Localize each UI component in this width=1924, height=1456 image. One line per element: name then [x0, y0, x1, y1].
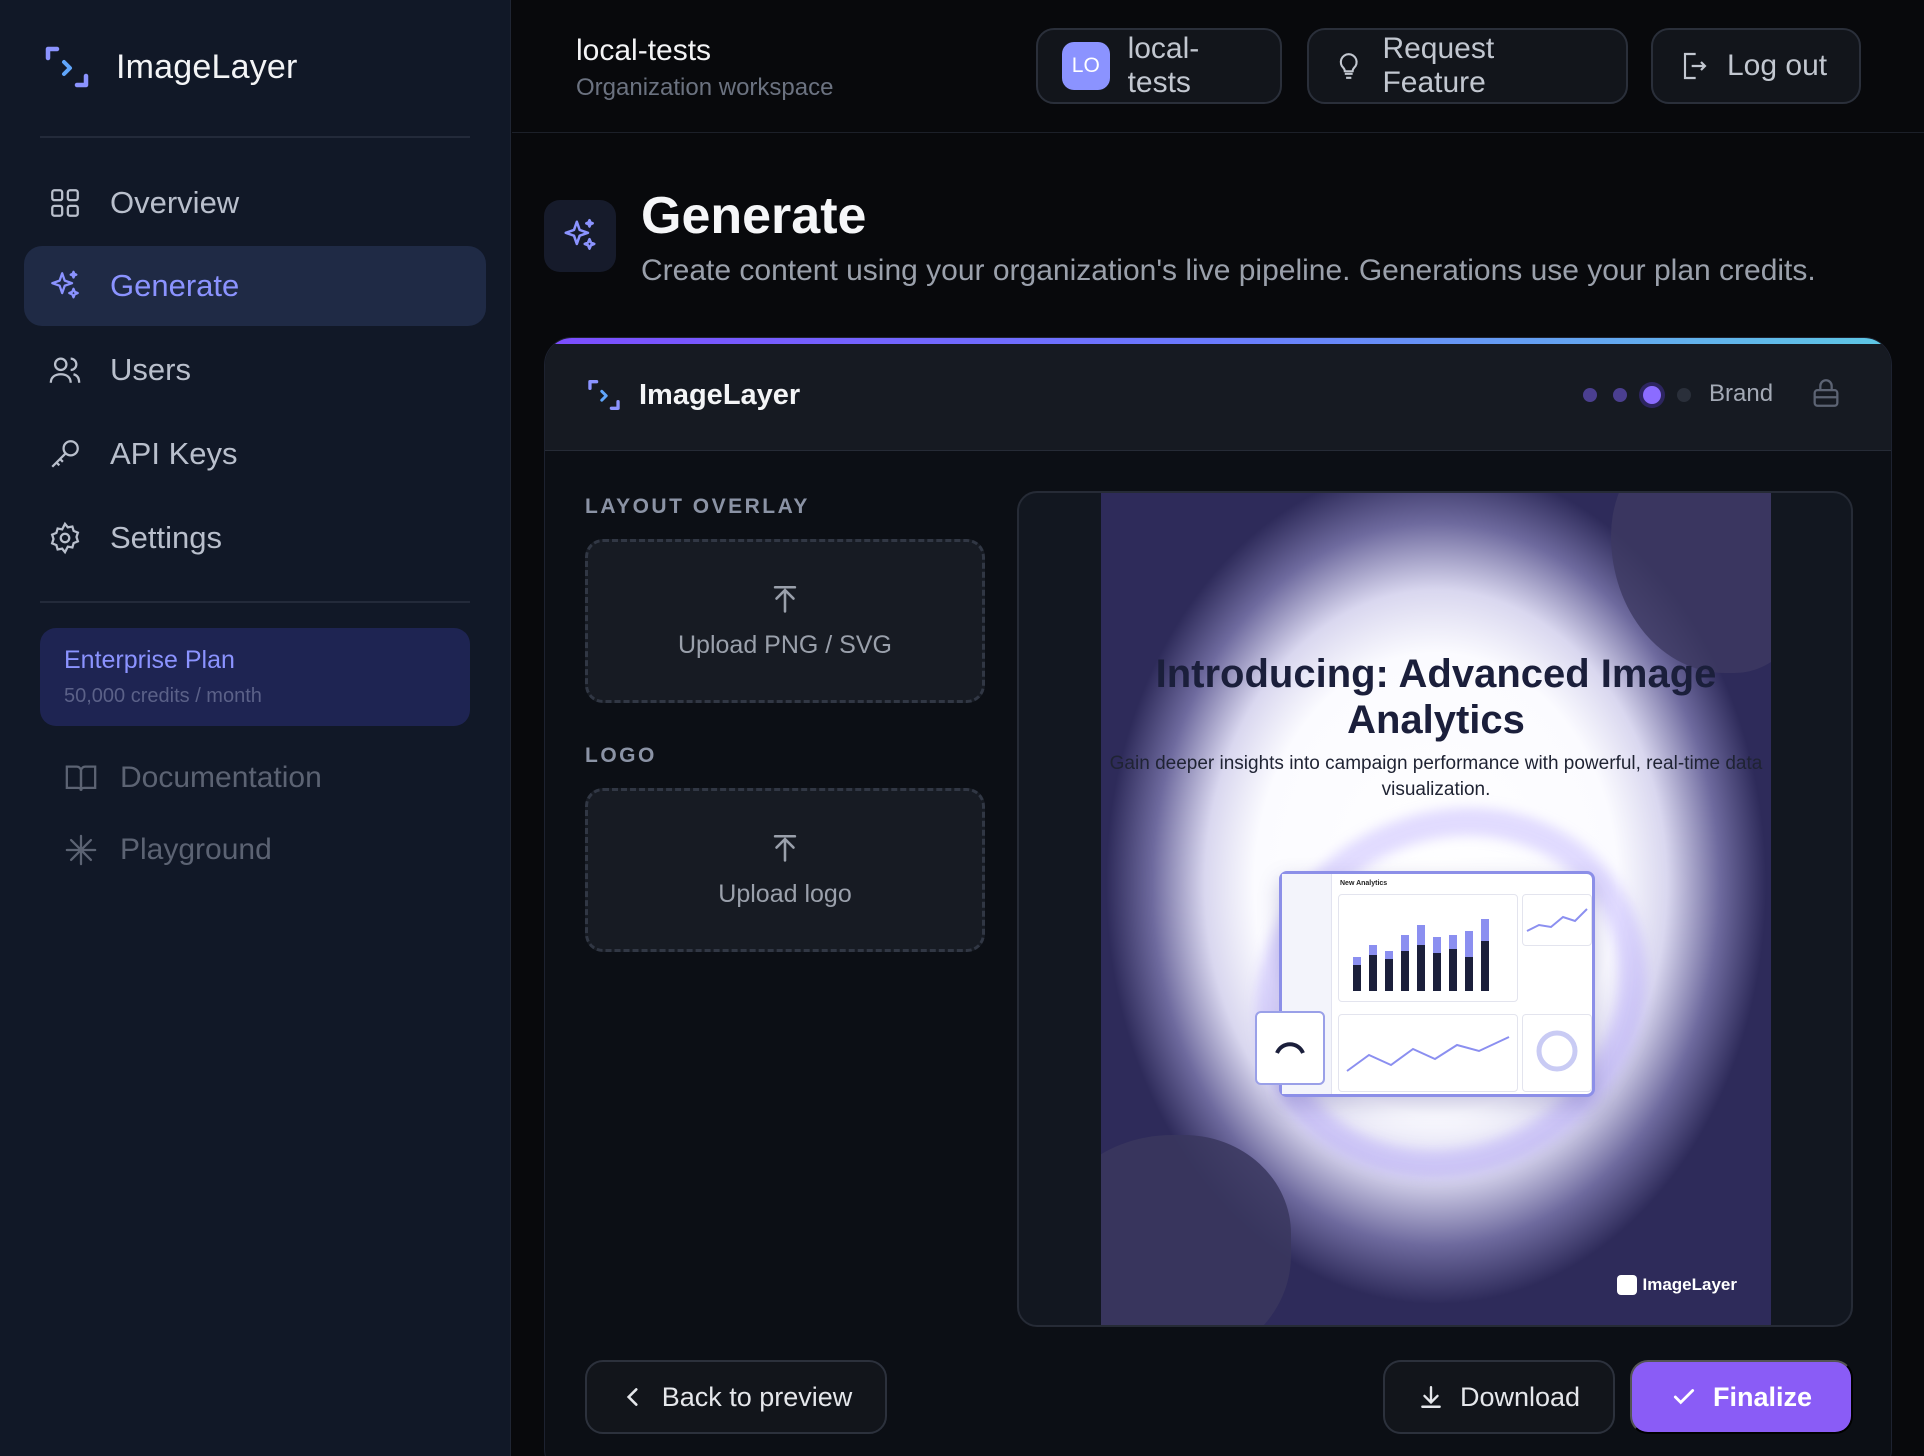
workspace-name: local-tests — [576, 34, 712, 67]
logout-icon — [1683, 52, 1707, 80]
upload-label: Upload PNG / SVG — [678, 630, 892, 659]
mockup-gauge — [1536, 1030, 1578, 1072]
sidebar-item-generate[interactable]: Generate — [24, 246, 486, 326]
page-icon — [544, 200, 616, 272]
sidebar-item-documentation[interactable]: Documentation — [64, 761, 322, 795]
poster-logo: ImageLayer — [1616, 1275, 1738, 1295]
mockup-chart-panel — [1338, 894, 1518, 1002]
step-dot-1 — [1583, 388, 1597, 402]
mockup-reach-gauge — [1275, 1042, 1305, 1054]
mockup-reach-card — [1255, 1011, 1325, 1085]
download-button[interactable]: Download — [1383, 1360, 1615, 1434]
back-to-preview-label: Back to preview — [661, 1381, 853, 1412]
mockup-line-chart — [1526, 908, 1588, 932]
page-title: Generate — [641, 187, 867, 245]
topbar: local-tests Organization workspace LO lo… — [512, 0, 1924, 133]
lock-icon[interactable] — [1809, 376, 1843, 410]
upload-label: Upload logo — [718, 879, 852, 908]
sidebar-item-settings[interactable]: Settings — [24, 498, 486, 578]
mockup-growth-panel — [1522, 894, 1592, 946]
download-icon — [1421, 1386, 1441, 1408]
step-label: Brand — [1709, 380, 1774, 407]
plan-card[interactable]: Enterprise Plan 50,000 credits / month — [40, 628, 470, 726]
generated-image: Introducing: Advanced Image Analytics Ga… — [1101, 493, 1771, 1325]
generate-card: ImageLayer Brand LAYOUT OVERLAY Upload P… — [544, 337, 1892, 1456]
image-icon — [1616, 1275, 1637, 1295]
sidebar-item-label: Settings — [110, 520, 223, 555]
step-indicator — [1583, 386, 1691, 404]
sidebar-item-label: Users — [110, 352, 191, 387]
plan-credits: 50,000 credits / month — [64, 685, 262, 707]
sidebar-item-overview[interactable]: Overview — [24, 163, 486, 243]
sidebar: ImageLayer Overview Generate Users API K… — [0, 0, 511, 1456]
avatar: LO — [1062, 42, 1110, 90]
key-icon — [51, 440, 79, 468]
card-brand-name: ImageLayer — [639, 378, 801, 411]
step-dot-4 — [1677, 388, 1691, 402]
sidebar-divider — [40, 601, 470, 603]
mockup-title: New Analytics — [1340, 880, 1388, 887]
asterisk-icon — [65, 834, 97, 866]
sidebar-item-label: Generate — [110, 268, 240, 303]
poster-subheadline: Gain deeper insights into campaign perfo… — [1109, 753, 1763, 800]
brand[interactable]: ImageLayer — [44, 44, 298, 90]
dashboard-mockup: New Analytics — [1279, 871, 1595, 1097]
request-feature-button[interactable]: Request Feature — [1307, 28, 1628, 104]
back-to-preview-button[interactable]: Back to preview — [585, 1360, 887, 1434]
logout-button[interactable]: Log out — [1651, 28, 1861, 104]
workspace-subtitle: Organization workspace — [576, 74, 834, 101]
page-description: Create content using your organization's… — [641, 254, 1816, 287]
mockup-trend-chart — [1346, 1036, 1510, 1072]
book-icon — [65, 765, 97, 791]
upload-icon — [773, 585, 797, 613]
poster-headline: Introducing: Advanced Image Analytics — [1155, 652, 1717, 742]
brand-name: ImageLayer — [116, 47, 298, 86]
org-name: local-tests — [1127, 32, 1200, 99]
chevron-left-icon — [626, 1388, 638, 1406]
org-switcher[interactable]: LO local-tests — [1036, 28, 1282, 104]
image-preview: Introducing: Advanced Image Analytics Ga… — [1017, 491, 1853, 1327]
mockup-gauge-panel — [1522, 1014, 1592, 1092]
logout-label: Log out — [1727, 49, 1828, 82]
sparkles-icon — [564, 218, 596, 250]
decorative-blob — [1611, 493, 1771, 673]
mockup-bar-chart — [1353, 919, 1489, 991]
gear-icon — [50, 521, 80, 555]
layout-overlay-upload[interactable]: Upload PNG / SVG — [585, 539, 985, 703]
finalize-label: Finalize — [1712, 1381, 1813, 1412]
imagelayer-logo-icon — [45, 46, 89, 88]
mockup-trend-panel — [1338, 1014, 1518, 1092]
sidebar-item-label: API Keys — [110, 436, 238, 471]
sidebar-item-label: Overview — [110, 185, 240, 220]
check-icon — [1673, 1389, 1695, 1405]
sidebar-item-users[interactable]: Users — [24, 330, 486, 410]
step-dot-2 — [1613, 388, 1627, 402]
card-header: ImageLayer Brand — [545, 344, 1891, 451]
sidebar-item-label: Playground — [120, 833, 272, 866]
decorative-blob — [1101, 1135, 1291, 1325]
plan-title: Enterprise Plan — [64, 646, 235, 674]
card-brand: ImageLayer — [587, 378, 800, 412]
sidebar-item-playground[interactable]: Playground — [64, 833, 272, 867]
upload-icon — [773, 834, 797, 862]
grid-icon — [51, 189, 79, 217]
sidebar-item-api-keys[interactable]: API Keys — [24, 414, 486, 494]
poster-logo-text: ImageLayer — [1642, 1275, 1738, 1294]
step-dot-3 — [1643, 386, 1661, 404]
logo-label: LOGO — [585, 744, 657, 767]
finalize-button[interactable]: Finalize — [1630, 1360, 1853, 1434]
sparkles-icon — [51, 270, 79, 299]
request-feature-label: Request Feature — [1382, 32, 1495, 99]
download-label: Download — [1459, 1381, 1581, 1412]
sidebar-divider — [40, 136, 470, 138]
layout-overlay-label: LAYOUT OVERLAY — [585, 495, 810, 518]
imagelayer-logo-icon — [588, 380, 620, 410]
users-icon — [49, 357, 81, 383]
lightbulb-icon — [1339, 53, 1358, 79]
logo-upload[interactable]: Upload logo — [585, 788, 985, 952]
sidebar-item-label: Documentation — [120, 761, 322, 794]
